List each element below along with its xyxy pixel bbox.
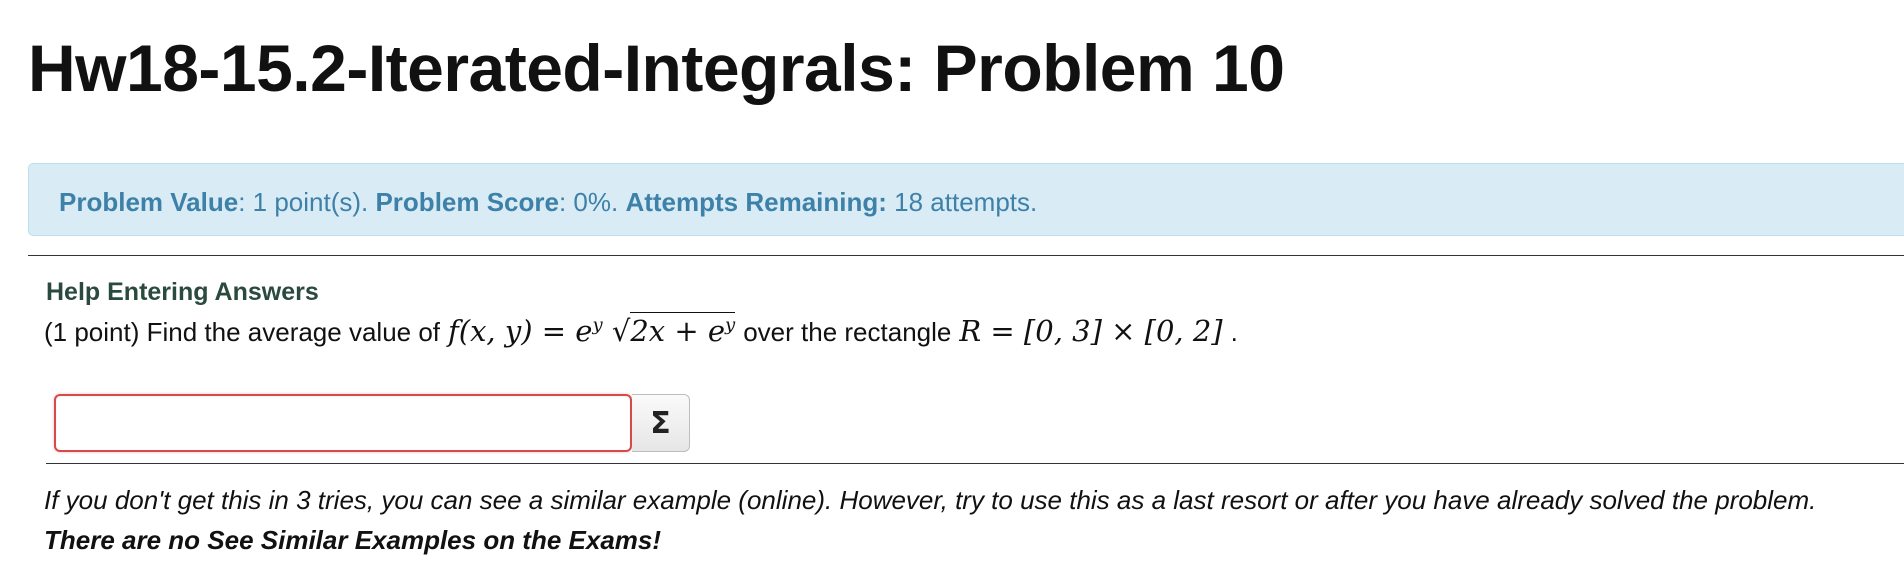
similar-example-note: If you don't get this in 3 tries, you ca…	[44, 480, 1884, 560]
sqrt-body: 2x + ey	[630, 312, 736, 348]
region-text: R = [0, 3] × [0, 2]	[959, 314, 1223, 348]
equation-editor-button[interactable]: Σ	[632, 394, 690, 452]
problem-middle-text: over the rectangle	[743, 317, 952, 347]
problem-value-label: Problem Value	[59, 187, 239, 217]
divider-bottom	[46, 463, 1904, 464]
region-formula: R = [0, 3] × [0, 2]	[959, 314, 1222, 348]
function-exponent: y	[592, 314, 603, 336]
answer-input[interactable]	[54, 394, 632, 452]
function-formula: f(x, y) = ey √2x + ey	[448, 312, 736, 348]
attempts-remaining-text: 18 attempts.	[886, 187, 1038, 217]
problem-statement: (1 point) Find the average value of f(x,…	[44, 312, 1238, 348]
problem-score-text: : 0%.	[558, 187, 626, 217]
page-title: Hw18-15.2-Iterated-Integrals: Problem 10	[28, 31, 1285, 105]
attempts-remaining-label: Attempts Remaining:	[625, 187, 887, 217]
sqrt-body-text: 2x + e	[630, 314, 726, 348]
problem-suffix: .	[1230, 317, 1238, 347]
sqrt-exponent: y	[725, 314, 736, 336]
problem-info-box: Problem Value: 1 point(s). Problem Score…	[28, 163, 1904, 236]
note-bold-text: There are no See Similar Examples on the…	[44, 525, 662, 555]
problem-info-text: Problem Value: 1 point(s). Problem Score…	[59, 187, 1037, 218]
sqrt-symbol: √	[611, 314, 631, 348]
divider-top	[28, 255, 1904, 256]
problem-score-label: Problem Score	[375, 187, 559, 217]
function-lhs: f(x, y) = e	[448, 314, 593, 348]
problem-value-text: : 1 point(s).	[238, 187, 376, 217]
help-entering-answers-link[interactable]: Help Entering Answers	[46, 278, 319, 307]
note-italic-text: If you don't get this in 3 tries, you ca…	[44, 485, 1817, 515]
problem-prefix: (1 point) Find the average value of	[44, 317, 441, 347]
